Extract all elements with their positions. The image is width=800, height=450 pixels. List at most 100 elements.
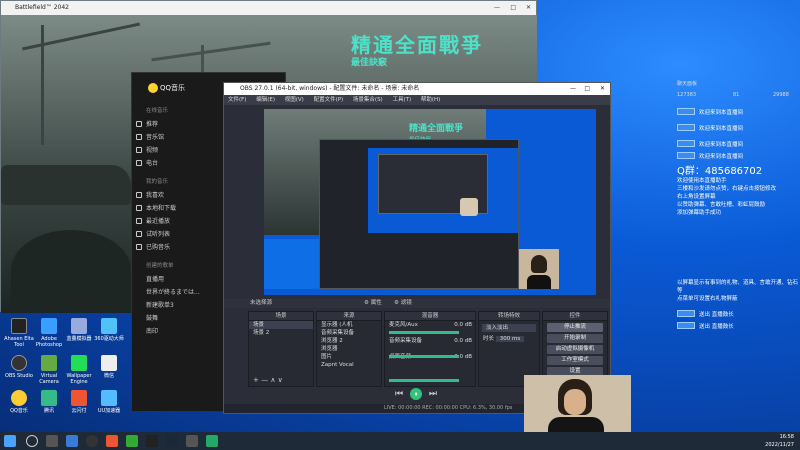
menu-edit[interactable]: 编辑(E) bbox=[256, 97, 275, 103]
close-icon[interactable]: ✕ bbox=[526, 1, 531, 15]
clock-time: 16:58 bbox=[779, 434, 794, 440]
scenes-dock: 场景 场景 场景 2 + — ∧ ∨ bbox=[248, 311, 314, 387]
minimize-icon[interactable]: — bbox=[494, 1, 500, 15]
stop-streaming-button[interactable]: 停止推流 bbox=[547, 323, 603, 332]
chat-message: 欢迎来到本直播间 bbox=[699, 110, 744, 116]
taskbar: 16:58 2022/11/27 bbox=[0, 432, 800, 450]
preview-heading: 精通全面戰爭 bbox=[409, 124, 464, 134]
source-item[interactable]: 音频采集设备 bbox=[317, 329, 381, 337]
app-name: QQ音乐 bbox=[160, 84, 186, 92]
source-item[interactable]: 浏览器 2 bbox=[317, 337, 381, 345]
purchased-icon bbox=[136, 244, 142, 250]
volume-meter[interactable] bbox=[389, 355, 459, 358]
app-icon bbox=[11, 318, 27, 334]
menu-file[interactable]: 文件(F) bbox=[228, 97, 246, 103]
desktop-icon[interactable]: Wallpaper Engine bbox=[62, 355, 96, 385]
user-tag bbox=[677, 124, 695, 131]
desktop-icon[interactable]: 蓝叠模拟器 bbox=[62, 318, 96, 342]
transition-select[interactable]: 淡入淡出 bbox=[482, 324, 536, 332]
obs-titlebar[interactable]: OBS 27.0.1 (64-bit, windows) - 配置文件: 未命名… bbox=[224, 83, 610, 95]
obs-taskbar-icon[interactable] bbox=[86, 435, 98, 447]
chat-header: 聊天面板 bbox=[677, 81, 698, 87]
task-view-icon[interactable] bbox=[46, 435, 58, 447]
filters-button[interactable]: ⚙ 滤镜 bbox=[394, 299, 412, 308]
gift-message: 送出 直播鼓长 bbox=[699, 312, 734, 318]
desktop-icon[interactable]: 360驱动大师 bbox=[92, 318, 126, 342]
desktop-icon[interactable]: Ahasen Elta Tool bbox=[2, 318, 36, 348]
file-icon bbox=[101, 355, 117, 371]
desktop-icon[interactable]: Virtual Camera bbox=[32, 355, 66, 385]
source-item[interactable]: Zapnt Vocal bbox=[317, 361, 381, 369]
window-titlebar[interactable]: Battlefield™ 2042 — □ ✕ bbox=[1, 1, 536, 15]
stat-value: 29988 bbox=[773, 92, 789, 98]
webcam-overlay bbox=[519, 249, 559, 289]
previous-icon[interactable]: ⏮ bbox=[395, 389, 403, 399]
video-icon bbox=[136, 147, 142, 153]
maximize-icon[interactable]: □ bbox=[510, 1, 516, 15]
close-icon[interactable]: ✕ bbox=[600, 83, 605, 95]
mixer-dock: 混音器 麦克风/Aux0.0 dB 音频采集设备0.0 dB 桌面音频0.0 d… bbox=[384, 311, 476, 387]
desktop-icon[interactable]: 云闪付 bbox=[62, 390, 96, 414]
desktop-icon[interactable]: UU加速器 bbox=[92, 390, 126, 414]
menu-view[interactable]: 视图(V) bbox=[285, 97, 304, 103]
obs-title: OBS 27.0.1 (64-bit, windows) - 配置文件: 未命名… bbox=[240, 85, 420, 92]
menu-tools[interactable]: 工具(T) bbox=[392, 97, 411, 103]
duration-input[interactable]: 300 ms bbox=[495, 336, 525, 342]
app-icon bbox=[71, 355, 87, 371]
user-tag bbox=[677, 140, 695, 147]
game-taskbar-icon[interactable] bbox=[146, 435, 158, 447]
add-scene-button[interactable]: + — ∧ ∨ bbox=[253, 376, 283, 384]
app-taskbar-icon[interactable] bbox=[126, 435, 138, 447]
crane-shape bbox=[21, 22, 141, 51]
maximize-icon[interactable]: □ bbox=[584, 83, 590, 95]
studio-mode-button[interactable]: 工作室模式 bbox=[547, 356, 603, 365]
volume-meter[interactable] bbox=[389, 331, 459, 334]
menu-scene-collection[interactable]: 场景集合(S) bbox=[353, 97, 383, 103]
start-icon[interactable] bbox=[4, 435, 16, 447]
menu-profile[interactable]: 配置文件(P) bbox=[314, 97, 344, 103]
radio-icon bbox=[136, 160, 142, 166]
source-item[interactable]: 显示器 (人机 bbox=[317, 321, 381, 329]
scene-item[interactable]: 场景 bbox=[249, 321, 313, 329]
desktop-icon[interactable]: QQ音乐 bbox=[2, 390, 36, 414]
app-taskbar-icon[interactable] bbox=[206, 435, 218, 447]
pause-button[interactable]: ⏸ bbox=[409, 388, 422, 400]
desktop-icon[interactable]: 腾讯 bbox=[32, 390, 66, 414]
clock[interactable]: 16:58 2022/11/27 bbox=[765, 433, 794, 449]
properties-button[interactable]: ⚙ 属性 bbox=[364, 299, 382, 308]
desktop-reflection bbox=[264, 239, 319, 289]
search-icon[interactable] bbox=[26, 435, 38, 447]
app-taskbar-icon[interactable] bbox=[186, 435, 198, 447]
obs-preview[interactable]: 精通全面戰爭 最佳訣竅 bbox=[264, 109, 596, 295]
clock-date: 2022/11/27 bbox=[765, 442, 794, 448]
obs-window[interactable]: OBS 27.0.1 (64-bit, windows) - 配置文件: 未命名… bbox=[223, 82, 611, 414]
explorer-icon[interactable] bbox=[66, 435, 78, 447]
app-icon bbox=[71, 390, 87, 406]
menu-help[interactable]: 帮助(H) bbox=[421, 97, 440, 103]
person-face bbox=[564, 389, 586, 415]
tank-shape bbox=[1, 165, 131, 205]
history-icon bbox=[136, 218, 142, 224]
minimize-icon[interactable]: — bbox=[570, 83, 576, 95]
volume-meter[interactable] bbox=[389, 379, 459, 382]
app-icon bbox=[71, 318, 87, 334]
desktop-icon[interactable]: OBS Studio bbox=[2, 355, 36, 379]
dock-title: 混音器 bbox=[385, 312, 475, 321]
desktop-icon[interactable]: Adobe Photoshop bbox=[32, 318, 66, 348]
scene-item[interactable]: 场景 2 bbox=[249, 329, 313, 337]
dock-title: 转场特效 bbox=[479, 312, 539, 321]
start-recording-button[interactable]: 开始录制 bbox=[547, 334, 603, 343]
app-taskbar-icon[interactable] bbox=[106, 435, 118, 447]
stat-value: 127383 bbox=[677, 92, 697, 98]
source-item[interactable]: 浏览器 bbox=[317, 345, 381, 353]
steam-icon[interactable] bbox=[166, 435, 178, 447]
desktop-icon[interactable]: 微信 bbox=[92, 355, 126, 379]
footer-line: 点菜单可设置右礼物屏蔽 bbox=[677, 296, 738, 302]
no-source-label: 未选择源 bbox=[250, 300, 273, 306]
download-icon bbox=[136, 205, 142, 211]
qq-group-line: Q群：485686702 bbox=[677, 166, 763, 177]
stream-chat-panel: 聊天面板 127383 81 29988 欢迎来到本直播间 欢迎来到本直播间 欢… bbox=[613, 78, 800, 418]
source-item[interactable]: 图片 bbox=[317, 353, 381, 361]
next-icon[interactable]: ⏭ bbox=[429, 389, 437, 399]
virtual-camera-button[interactable]: 启动虚拟摄像机 bbox=[547, 345, 603, 354]
